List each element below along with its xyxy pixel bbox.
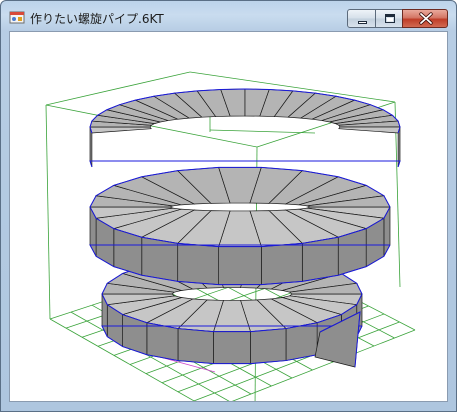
minimize-icon (358, 21, 367, 24)
coil-top-top-face (338, 126, 401, 134)
bounding-box-edge (209, 129, 316, 134)
bounding-box-edge (45, 104, 51, 320)
3d-viewport[interactable] (9, 31, 448, 402)
maximize-button[interactable] (375, 9, 403, 28)
coil-middle-side-face (218, 246, 262, 285)
coil-bottom-side-face (213, 331, 251, 364)
minimize-button[interactable] (347, 9, 376, 28)
coil-bottom-side-face (250, 328, 287, 364)
coil-middle-side-face (301, 236, 339, 282)
coil-top-silhouette (89, 160, 401, 168)
window-title: 作りたい螺旋パイプ.6KT (30, 12, 164, 26)
coil-middle-side-face (177, 243, 220, 285)
helical-pipe-render (45, 71, 416, 401)
close-icon (419, 12, 433, 25)
coil-bottom-side-face (285, 322, 318, 361)
title-bar[interactable]: 作りたい螺旋パイプ.6KT (1, 1, 456, 31)
coil-middle-side-face (260, 243, 303, 285)
close-button[interactable] (402, 9, 448, 28)
coil-middle-side-face (141, 236, 179, 282)
app-window: 作りたい螺旋パイプ.6KT (0, 0, 457, 412)
shade-app-icon[interactable] (9, 10, 25, 24)
coil-top-top-face (89, 126, 152, 134)
maximize-icon (385, 14, 395, 23)
coil-bottom-side-face (177, 328, 214, 364)
coil-bottom-side-face (146, 322, 179, 361)
